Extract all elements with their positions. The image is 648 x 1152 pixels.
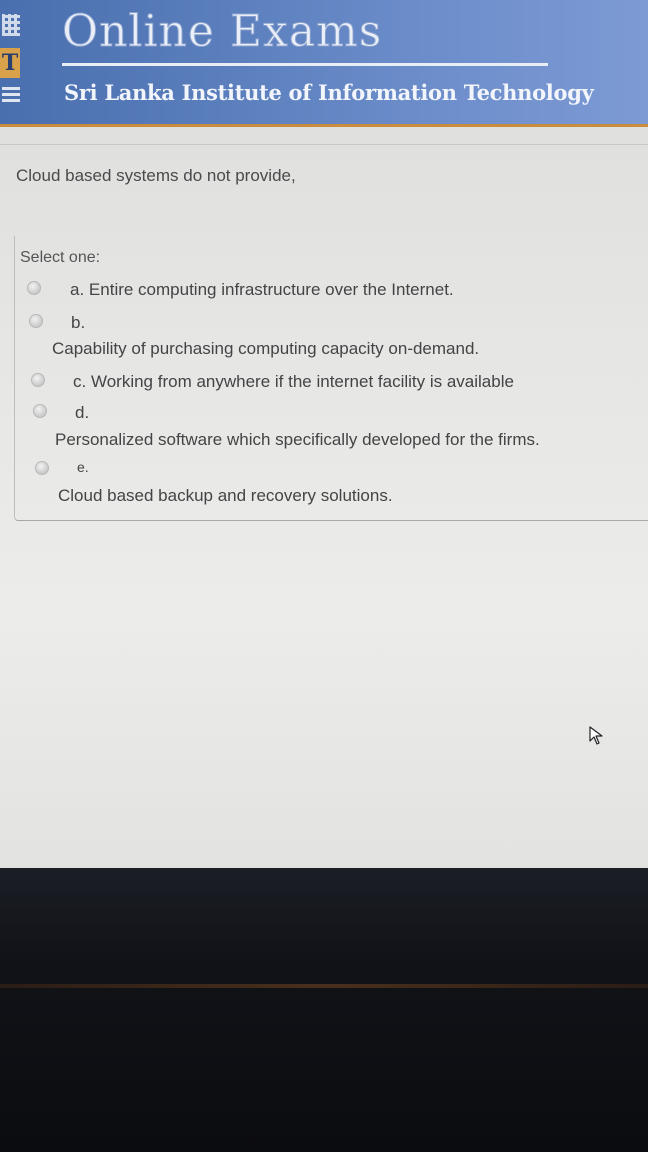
- app-title: Online Exams: [61, 6, 383, 58]
- option-c-label[interactable]: c. Working from anywhere if the internet…: [73, 372, 514, 392]
- option-e-radio[interactable]: [35, 461, 49, 475]
- site-header: T Online Exams Sri Lanka Institute of In…: [0, 0, 648, 127]
- logo-letter: T: [0, 48, 20, 78]
- option-a-radio[interactable]: [27, 281, 41, 295]
- title-divider: [62, 63, 548, 66]
- option-d-letter[interactable]: d.: [75, 403, 89, 423]
- browser-viewport: T Online Exams Sri Lanka Institute of In…: [0, 0, 648, 880]
- option-a-label[interactable]: a. Entire computing infrastructure over …: [70, 280, 454, 300]
- option-c-text: Working from anywhere if the internet fa…: [90, 372, 514, 391]
- option-d-text[interactable]: Personalized software which specifically…: [55, 430, 540, 450]
- option-e-text[interactable]: Cloud based backup and recovery solution…: [58, 486, 393, 506]
- option-e-letter[interactable]: e.: [77, 459, 89, 475]
- option-a-letter: a.: [70, 280, 85, 299]
- institute-name: Sri Lanka Institute of Information Techn…: [64, 80, 594, 105]
- option-b-radio[interactable]: [29, 314, 43, 328]
- option-c-letter: c.: [73, 372, 87, 391]
- option-b-text[interactable]: Capability of purchasing computing capac…: [52, 339, 479, 359]
- bezel-edge-stripe: [0, 984, 648, 988]
- option-d-radio[interactable]: [33, 404, 47, 418]
- option-b-letter[interactable]: b.: [71, 313, 85, 333]
- logo-grid-mark: [2, 14, 20, 36]
- logo-bars-mark: [2, 86, 20, 102]
- option-c-radio[interactable]: [31, 373, 45, 387]
- monitor-bezel: [0, 868, 648, 1152]
- select-one-label: Select one:: [20, 249, 101, 266]
- sliit-logo[interactable]: T: [0, 8, 24, 106]
- option-a-text: Entire computing infrastructure over the…: [88, 280, 454, 299]
- question-text: Cloud based systems do not provide,: [16, 166, 296, 185]
- mouse-pointer-icon: [589, 726, 603, 745]
